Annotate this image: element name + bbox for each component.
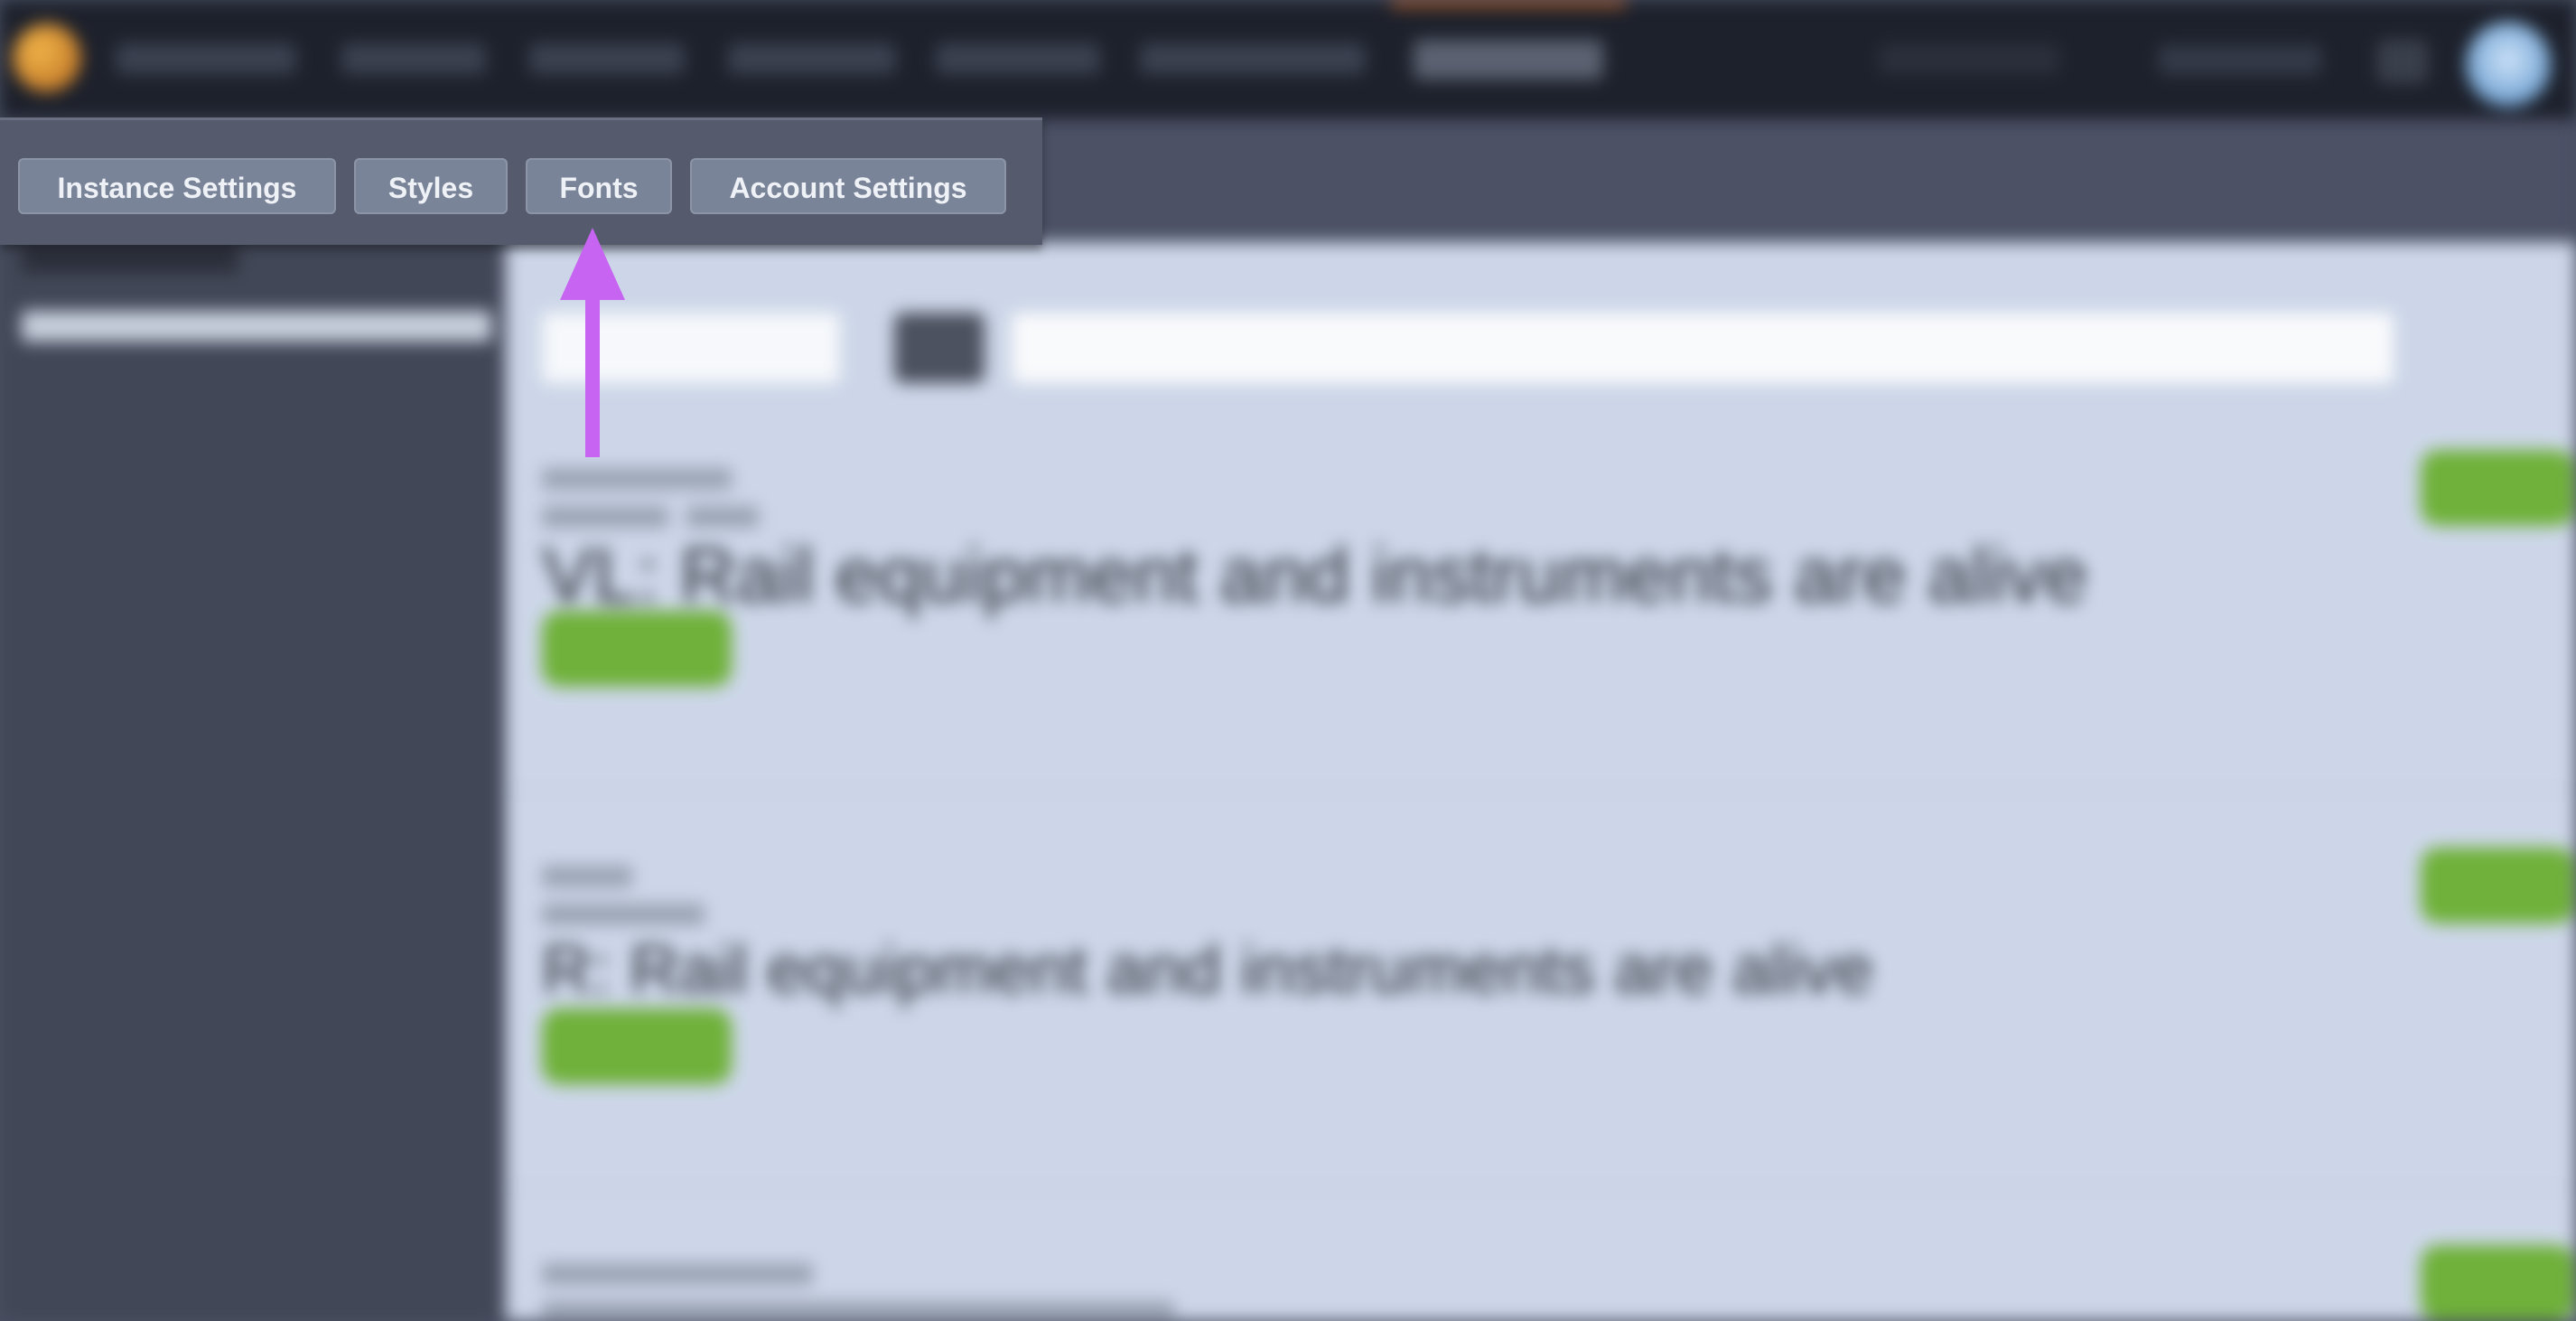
nav-item[interactable] xyxy=(341,43,486,74)
styles-button[interactable]: Styles xyxy=(354,158,508,214)
use-font-button[interactable] xyxy=(542,611,732,687)
nav-item-active[interactable] xyxy=(1414,40,1603,80)
divider xyxy=(506,1187,2576,1189)
nav-item[interactable] xyxy=(529,43,685,74)
nav-item[interactable] xyxy=(116,43,296,74)
user-name[interactable] xyxy=(2159,45,2321,74)
action-button[interactable] xyxy=(2421,848,2574,923)
sidebar-item[interactable] xyxy=(22,311,491,342)
top-navigation-bar xyxy=(0,0,2576,119)
font-preview-text: R: Rail equipment and instruments are al… xyxy=(542,932,1874,1008)
divider xyxy=(506,790,2576,792)
avatar[interactable] xyxy=(2466,22,2551,107)
account-settings-button[interactable]: Account Settings xyxy=(690,158,1006,214)
nav-item[interactable] xyxy=(1140,43,1366,74)
arrow-head xyxy=(560,228,625,300)
nav-item[interactable] xyxy=(1879,43,2059,74)
app-logo xyxy=(13,23,81,92)
apps-grid-icon[interactable] xyxy=(2377,40,2428,83)
item-meta xyxy=(542,904,705,925)
arrow-up-icon xyxy=(560,228,625,457)
item-meta xyxy=(542,866,632,887)
main-content: VL: Rail equipment and instruments are a… xyxy=(506,242,2576,1321)
arrow-shaft xyxy=(585,296,600,457)
sidebar-item[interactable] xyxy=(22,242,238,273)
list-item xyxy=(542,1245,2574,1321)
item-meta xyxy=(542,1301,1174,1321)
settings-menu-panel: Instance Settings Styles Fonts Account S… xyxy=(0,117,1042,245)
list-item: R: Rail equipment and instruments are al… xyxy=(542,848,2574,1084)
item-meta xyxy=(542,506,668,528)
item-meta xyxy=(542,1263,813,1285)
use-font-button[interactable] xyxy=(542,1008,732,1084)
action-button[interactable] xyxy=(2421,450,2574,526)
action-button[interactable] xyxy=(2421,1245,2574,1321)
font-preview-text: VL: Rail equipment and instruments are a… xyxy=(542,532,2088,619)
list-item: VL: Rail equipment and instruments are a… xyxy=(542,450,2574,687)
nav-item[interactable] xyxy=(936,43,1100,74)
item-meta xyxy=(542,468,732,490)
search-row xyxy=(542,313,2394,383)
active-nav-indicator xyxy=(1391,0,1626,7)
fonts-button[interactable]: Fonts xyxy=(526,158,672,214)
nav-item[interactable] xyxy=(728,43,896,74)
sidebar xyxy=(0,242,499,1321)
search-input[interactable] xyxy=(1012,313,2394,383)
instance-settings-button[interactable]: Instance Settings xyxy=(18,158,336,214)
item-meta xyxy=(686,506,759,528)
filter-button[interactable] xyxy=(894,313,985,383)
screen: VL: Rail equipment and instruments are a… xyxy=(0,0,2576,1321)
